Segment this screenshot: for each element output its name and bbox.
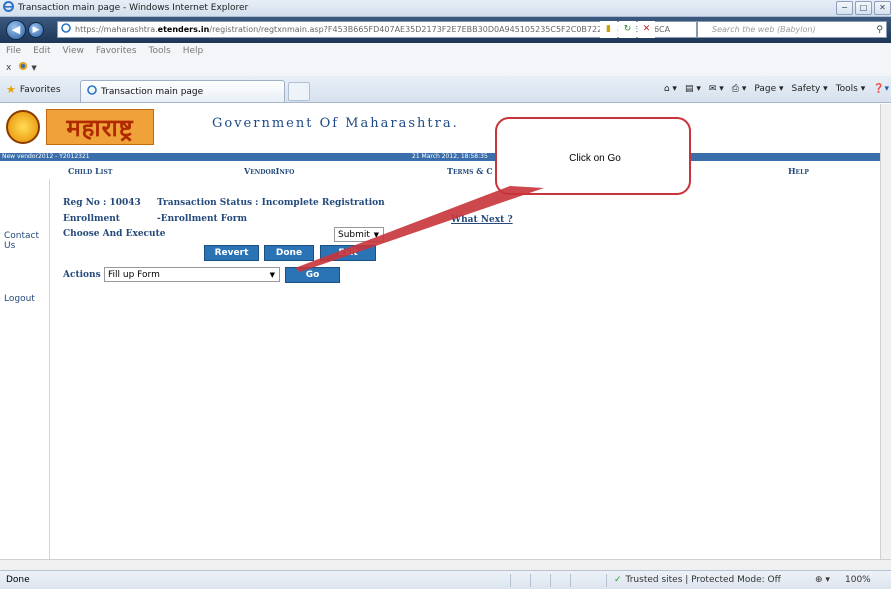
window-titlebar: Transaction main page - Windows Internet… <box>0 0 891 17</box>
star-icon: ★ <box>6 83 16 96</box>
menu-file[interactable]: File <box>6 46 21 56</box>
page-icon <box>61 23 71 36</box>
lock-icon[interactable]: ▮ <box>600 21 617 38</box>
nav-help[interactable]: Help <box>788 166 809 176</box>
menu-help[interactable]: Help <box>183 46 204 56</box>
actions-label: Actions : <box>63 270 108 280</box>
choose-execute-label: Choose And Execute <box>63 229 166 239</box>
menu-view[interactable]: View <box>63 46 84 56</box>
ie-logo-icon <box>3 1 14 15</box>
chevron-down-icon[interactable]: ▼ <box>31 64 36 72</box>
favorites-bar: ★ Favorites Transaction main page ⌂ ▾ ▤ … <box>0 76 891 103</box>
go-button[interactable]: Go <box>285 267 340 283</box>
side-nav: Contact Us Logout <box>0 179 50 559</box>
window-title: Transaction main page - Windows Internet… <box>18 3 249 13</box>
tools-menu[interactable]: Tools ▾ <box>836 84 866 94</box>
security-zone[interactable]: ✓ Trusted sites | Protected Mode: Off <box>614 575 781 585</box>
menu-favorites[interactable]: Favorites <box>96 46 137 56</box>
help-icon[interactable]: ❓▾ <box>873 84 889 94</box>
print-icon[interactable]: ⎙ ▾ <box>732 84 747 94</box>
url-text: https://maharashtra.etenders.in/registra… <box>75 25 671 34</box>
status-text: Done <box>6 575 30 585</box>
site-banner: महाराष्ट्र Government Of Maharashtra. <box>0 104 880 148</box>
main-content: Contact Us Logout Reg No : 10043 Transac… <box>0 179 880 559</box>
menu-tools[interactable]: Tools <box>149 46 171 56</box>
transaction-status: Transaction Status : Incomplete Registra… <box>157 198 385 208</box>
horizontal-scrollbar[interactable] <box>0 559 891 570</box>
vendor-id-text: New vendor2012 - Y2012321 <box>2 153 90 160</box>
address-toolbar: ◀ ▶ https://maharashtra.etenders.in/regi… <box>0 17 891 43</box>
enrollment-form-label: -Enrollment Form <box>157 214 247 224</box>
submit-select[interactable]: Submit ▼ <box>334 227 384 242</box>
zoom-icon[interactable]: ⊕ ▾ <box>815 575 830 585</box>
back-button[interactable]: ◀ <box>6 20 26 40</box>
search-input[interactable]: Search the web (Babylon) ⚲ <box>697 21 887 38</box>
new-tab-button[interactable] <box>288 82 310 101</box>
status-bar: Done ✓ Trusted sites | Protected Mode: O… <box>0 570 891 589</box>
close-toolbar-button[interactable]: x <box>6 63 11 73</box>
site-nav: Child List VendorInfo Terms & C Help <box>0 163 880 179</box>
mail-icon[interactable]: ✉ ▾ <box>709 84 724 94</box>
nav-child-list[interactable]: Child List <box>68 166 112 176</box>
menu-edit[interactable]: Edit <box>33 46 50 56</box>
zoom-level[interactable]: 100% <box>845 575 871 585</box>
sidenav-contact-us[interactable]: Contact Us <box>4 231 44 251</box>
done-button[interactable]: Done <box>264 245 314 261</box>
actions-select[interactable]: Fill up Form ▼ <box>104 267 280 282</box>
info-bar: New vendor2012 - Y2012321 21 March 2012,… <box>0 153 880 161</box>
callout-box: Click on Go <box>495 117 691 195</box>
minimize-button[interactable]: − <box>836 1 853 15</box>
toolbar-addon-icon[interactable] <box>17 61 29 74</box>
favorites-button[interactable]: ★ Favorites <box>6 83 61 96</box>
chevron-down-icon: ▼ <box>269 270 275 279</box>
menu-bar: File Edit View Favorites Tools Help <box>0 43 891 59</box>
stop-icon[interactable]: ✕ <box>638 21 655 38</box>
home-icon[interactable]: ⌂ ▾ <box>664 84 677 94</box>
command-row: x ▼ <box>0 59 891 76</box>
datetime-text: 21 March 2012, 18:58:35 <box>412 153 488 160</box>
ie-tab-icon <box>87 85 97 98</box>
search-icon[interactable]: ⚲ <box>876 25 883 35</box>
page-viewport: महाराष्ट्र Government Of Maharashtra. Ne… <box>0 104 880 559</box>
whats-next-link[interactable]: What Next ? <box>451 215 513 225</box>
sidenav-logout[interactable]: Logout <box>4 294 35 304</box>
search-placeholder: Search the web (Babylon) <box>712 25 816 34</box>
maharashtra-logo: महाराष्ट्र <box>46 109 154 145</box>
safety-menu[interactable]: Safety ▾ <box>792 84 828 94</box>
emblem-icon <box>6 110 40 144</box>
reg-no: Reg No : 10043 <box>63 198 141 208</box>
vertical-scrollbar[interactable] <box>880 104 891 559</box>
enrollment-label: Enrollment <box>63 214 120 224</box>
callout-text: Click on Go <box>569 153 621 164</box>
government-title: Government Of Maharashtra. <box>212 116 459 131</box>
nav-terms[interactable]: Terms & C <box>447 166 493 176</box>
page-menu[interactable]: Page ▾ <box>754 84 783 94</box>
exit-button[interactable]: Exit <box>320 245 376 261</box>
close-window-button[interactable]: ✕ <box>874 1 891 15</box>
refresh-icon[interactable]: ↻ <box>619 21 636 38</box>
feeds-icon[interactable]: ▤ ▾ <box>685 84 701 94</box>
tab-transaction-main-page[interactable]: Transaction main page <box>80 80 285 102</box>
maximize-button[interactable]: □ <box>855 1 872 15</box>
forward-button[interactable]: ▶ <box>28 22 44 38</box>
checkmark-icon: ✓ <box>614 575 622 585</box>
command-bar: ⌂ ▾ ▤ ▾ ✉ ▾ ⎙ ▾ Page ▾ Safety ▾ Tools ▾ … <box>664 84 889 94</box>
revert-button[interactable]: Revert <box>204 245 259 261</box>
nav-vendor-info[interactable]: VendorInfo <box>244 166 294 176</box>
chevron-down-icon: ▼ <box>373 230 379 239</box>
